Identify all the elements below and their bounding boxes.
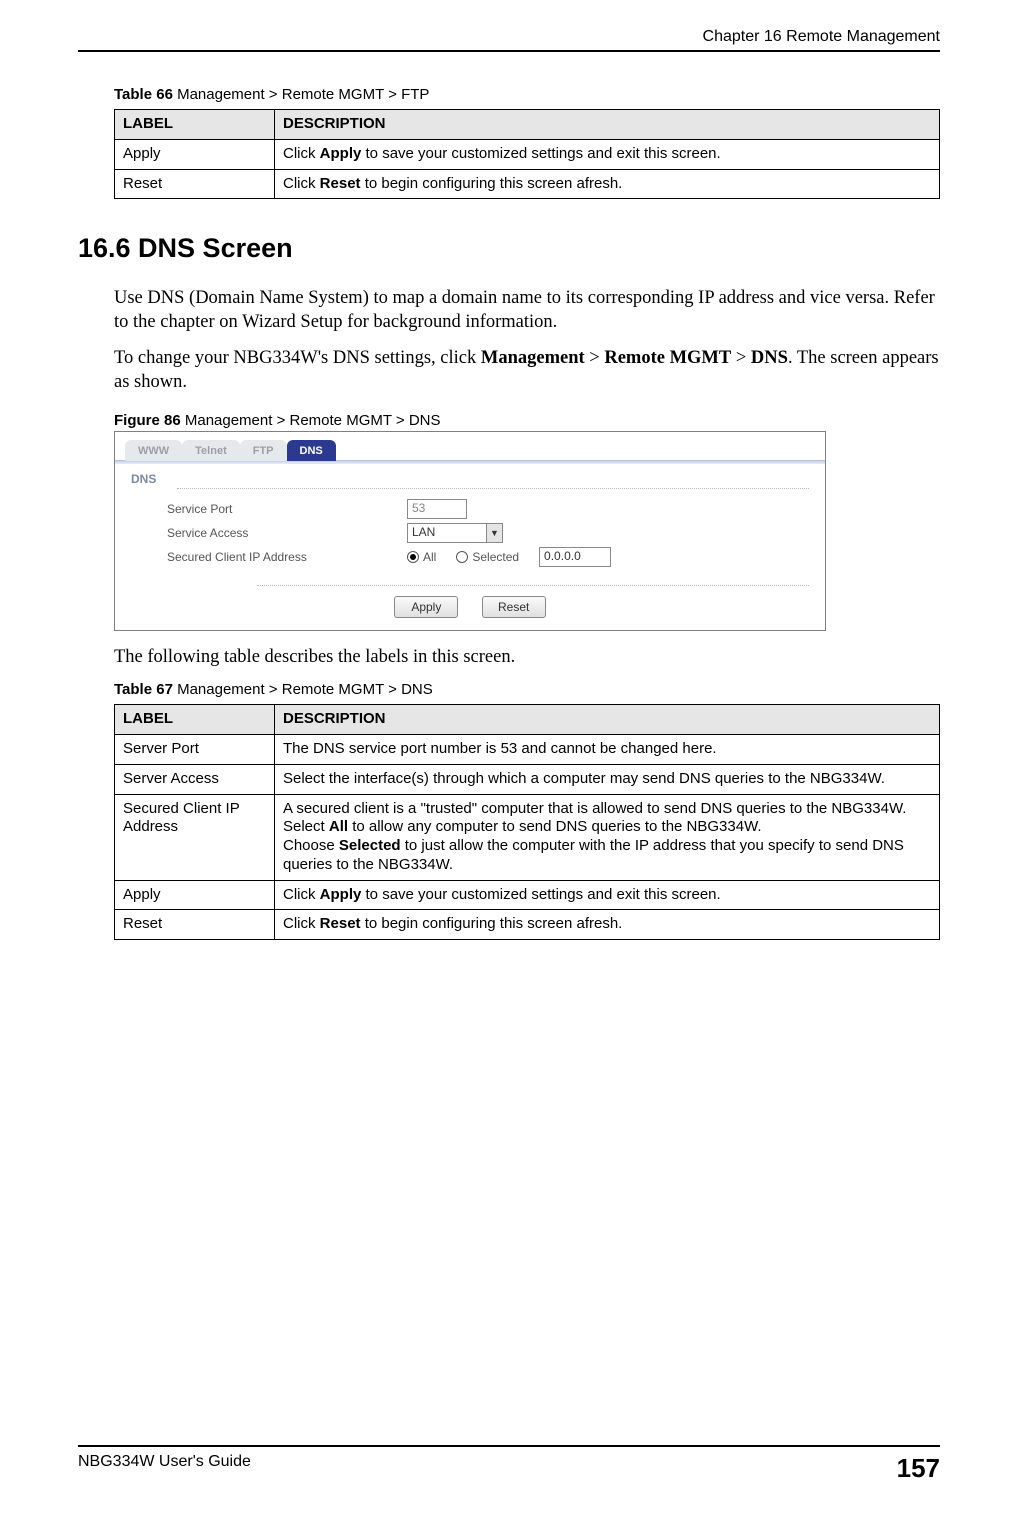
radio-selected-label: Selected [472,550,519,564]
apply-button[interactable]: Apply [394,596,458,618]
table66-header-label: LABEL [115,110,275,140]
table67-caption-rest: Management > Remote MGMT > DNS [173,681,433,698]
table67-r4-label: Reset [115,910,275,940]
table66-caption-rest: Management > Remote MGMT > FTP [173,86,429,103]
table-row: Server Access Select the interface(s) th… [115,764,940,794]
tab-www[interactable]: WWW [125,440,182,461]
table67-header-label: LABEL [115,705,275,735]
table66-caption-bold: Table 66 [114,86,173,103]
secured-ip-label: Secured Client IP Address [167,550,407,564]
table-row: Reset Click Reset to begin configuring t… [115,910,940,940]
tabs-bar: WWW Telnet FTP DNS [115,432,825,460]
radio-all-label: All [423,550,436,564]
page-number: 157 [897,1453,940,1484]
figure86-caption-rest: Management > Remote MGMT > DNS [181,412,441,429]
table67-r1-desc: Select the interface(s) through which a … [275,764,940,794]
table66-header-desc: DESCRIPTION [275,110,940,140]
panel-title-line [177,488,809,489]
service-port-label: Service Port [167,502,407,516]
paragraph-2: To change your NBG334W's DNS settings, c… [114,346,940,394]
table-row: Apply Click Apply to save your customize… [115,139,940,169]
footer-guide: NBG334W User's Guide [78,1453,251,1484]
table67-r2-label: Secured Client IP Address [115,794,275,880]
service-access-value: LAN [408,524,486,542]
table67-header-desc: DESCRIPTION [275,705,940,735]
reset-button[interactable]: Reset [482,596,546,618]
radio-all-circle [407,551,419,563]
table67-r3-desc: Click Apply to save your customized sett… [275,880,940,910]
service-access-label: Service Access [167,526,407,540]
table-row: Secured Client IP Address A secured clie… [115,794,940,880]
table67-r0-desc: The DNS service port number is 53 and ca… [275,735,940,765]
table67-r2-desc: A secured client is a "trusted" computer… [275,794,940,880]
service-access-select[interactable]: LAN ▼ [407,523,503,543]
table67-r0-label: Server Port [115,735,275,765]
table67-r4-desc: Click Reset to begin configuring this sc… [275,910,940,940]
tab-dns[interactable]: DNS [287,440,336,461]
tab-telnet[interactable]: Telnet [182,440,240,461]
radio-selected-circle [456,551,468,563]
paragraph-3: The following table describes the labels… [114,645,940,669]
figure86-caption: Figure 86 Management > Remote MGMT > DNS [114,412,940,429]
table67-caption-bold: Table 67 [114,681,173,698]
dotted-divider [257,585,809,586]
table66-caption: Table 66 Management > Remote MGMT > FTP [114,86,940,103]
table66-r0-label: Apply [115,139,275,169]
table66-r0-desc: Click Apply to save your customized sett… [275,139,940,169]
table-row: Reset Click Reset to begin configuring t… [115,169,940,199]
panel-title: DNS [117,466,823,486]
paragraph-1: Use DNS (Domain Name System) to map a do… [114,286,940,334]
table67-caption: Table 67 Management > Remote MGMT > DNS [114,681,940,698]
table67-r1-label: Server Access [115,764,275,794]
table67: LABEL DESCRIPTION Server Port The DNS se… [114,704,940,940]
figure86-caption-bold: Figure 86 [114,412,181,429]
secured-ip-input[interactable]: 0.0.0.0 [539,547,611,567]
radio-all[interactable]: All [407,550,436,564]
table-row: Server Port The DNS service port number … [115,735,940,765]
table67-r3-label: Apply [115,880,275,910]
service-port-input[interactable]: 53 [407,499,467,519]
page-footer: NBG334W User's Guide 157 [78,1445,940,1484]
tab-ftp[interactable]: FTP [240,440,287,461]
table-row: Apply Click Apply to save your customize… [115,880,940,910]
section-heading: 16.6 DNS Screen [78,233,940,264]
table66: LABEL DESCRIPTION Apply Click Apply to s… [114,109,940,199]
figure86-screenshot: WWW Telnet FTP DNS DNS Service Port 53 S… [114,431,826,631]
chapter-header: Chapter 16 Remote Management [78,28,940,46]
chevron-down-icon: ▼ [486,524,502,542]
table66-r1-desc: Click Reset to begin configuring this sc… [275,169,940,199]
radio-selected[interactable]: Selected [456,550,519,564]
table66-r1-label: Reset [115,169,275,199]
